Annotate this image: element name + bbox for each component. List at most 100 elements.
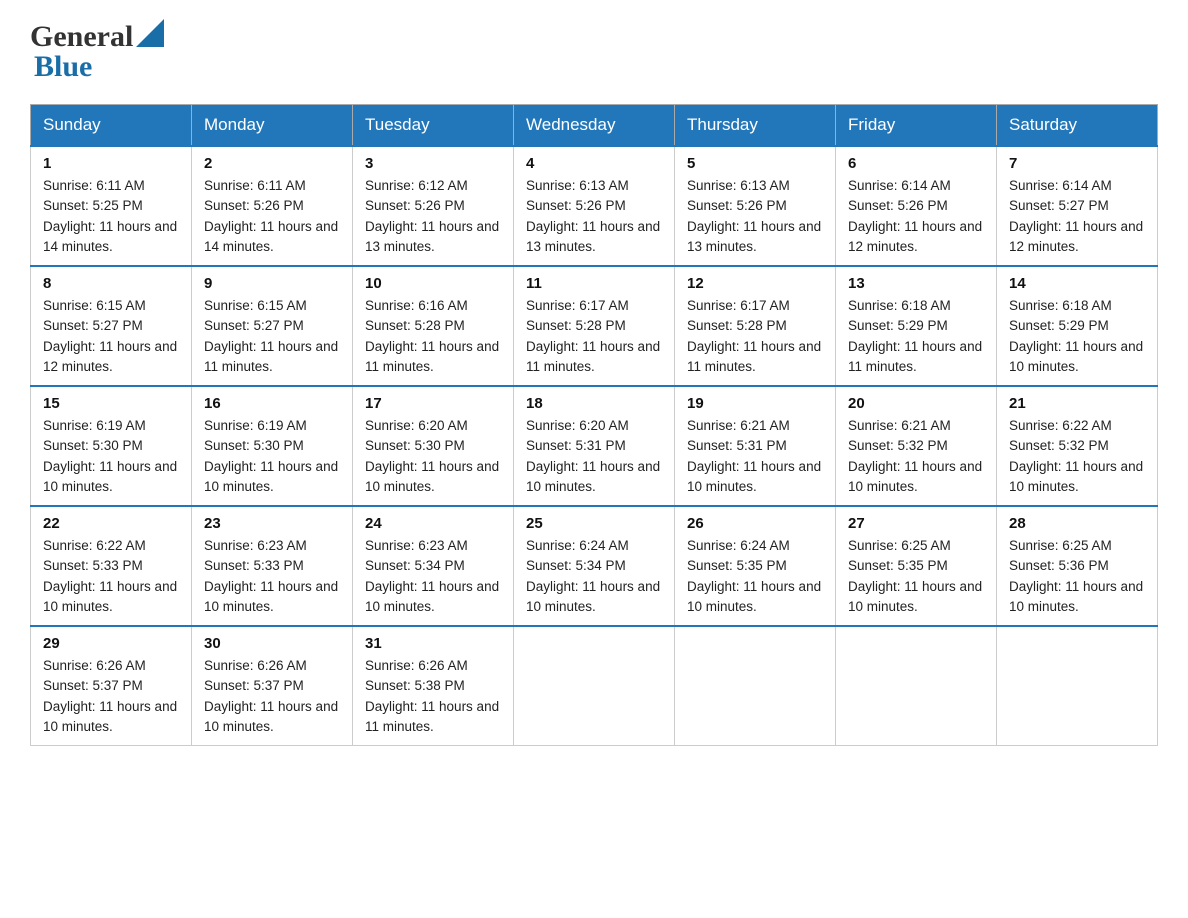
calendar-cell: 16 Sunrise: 6:19 AMSunset: 5:30 PMDaylig… [192,386,353,506]
day-info: Sunrise: 6:25 AMSunset: 5:35 PMDaylight:… [848,538,982,614]
day-info: Sunrise: 6:19 AMSunset: 5:30 PMDaylight:… [204,418,338,494]
calendar-cell: 27 Sunrise: 6:25 AMSunset: 5:35 PMDaylig… [836,506,997,626]
calendar-cell: 24 Sunrise: 6:23 AMSunset: 5:34 PMDaylig… [353,506,514,626]
logo-general-text: General [30,20,133,54]
day-info: Sunrise: 6:24 AMSunset: 5:35 PMDaylight:… [687,538,821,614]
calendar-cell: 14 Sunrise: 6:18 AMSunset: 5:29 PMDaylig… [997,266,1158,386]
day-number: 30 [204,635,340,652]
day-info: Sunrise: 6:11 AMSunset: 5:25 PMDaylight:… [43,178,177,254]
day-of-week-header: Tuesday [353,105,514,147]
day-number: 15 [43,395,179,412]
day-info: Sunrise: 6:20 AMSunset: 5:30 PMDaylight:… [365,418,499,494]
day-number: 12 [687,275,823,292]
day-info: Sunrise: 6:26 AMSunset: 5:38 PMDaylight:… [365,658,499,734]
page-header: General Blue [30,20,1158,84]
day-info: Sunrise: 6:25 AMSunset: 5:36 PMDaylight:… [1009,538,1143,614]
day-number: 31 [365,635,501,652]
day-number: 19 [687,395,823,412]
day-info: Sunrise: 6:22 AMSunset: 5:32 PMDaylight:… [1009,418,1143,494]
calendar-cell: 28 Sunrise: 6:25 AMSunset: 5:36 PMDaylig… [997,506,1158,626]
day-info: Sunrise: 6:16 AMSunset: 5:28 PMDaylight:… [365,298,499,374]
calendar-cell: 11 Sunrise: 6:17 AMSunset: 5:28 PMDaylig… [514,266,675,386]
day-number: 10 [365,275,501,292]
day-number: 17 [365,395,501,412]
calendar-cell: 8 Sunrise: 6:15 AMSunset: 5:27 PMDayligh… [31,266,192,386]
day-info: Sunrise: 6:15 AMSunset: 5:27 PMDaylight:… [43,298,177,374]
day-number: 13 [848,275,984,292]
calendar-cell: 5 Sunrise: 6:13 AMSunset: 5:26 PMDayligh… [675,146,836,266]
calendar-cell: 31 Sunrise: 6:26 AMSunset: 5:38 PMDaylig… [353,626,514,746]
calendar-week-row: 29 Sunrise: 6:26 AMSunset: 5:37 PMDaylig… [31,626,1158,746]
calendar-cell: 19 Sunrise: 6:21 AMSunset: 5:31 PMDaylig… [675,386,836,506]
day-number: 18 [526,395,662,412]
day-info: Sunrise: 6:24 AMSunset: 5:34 PMDaylight:… [526,538,660,614]
day-number: 1 [43,155,179,172]
day-number: 14 [1009,275,1145,292]
calendar-cell: 10 Sunrise: 6:16 AMSunset: 5:28 PMDaylig… [353,266,514,386]
logo-blue-text: Blue [30,50,164,84]
day-number: 26 [687,515,823,532]
day-info: Sunrise: 6:17 AMSunset: 5:28 PMDaylight:… [687,298,821,374]
logo: General Blue [30,20,164,84]
day-info: Sunrise: 6:26 AMSunset: 5:37 PMDaylight:… [204,658,338,734]
day-number: 16 [204,395,340,412]
calendar-cell: 13 Sunrise: 6:18 AMSunset: 5:29 PMDaylig… [836,266,997,386]
calendar-cell [675,626,836,746]
calendar-cell: 22 Sunrise: 6:22 AMSunset: 5:33 PMDaylig… [31,506,192,626]
calendar-cell: 25 Sunrise: 6:24 AMSunset: 5:34 PMDaylig… [514,506,675,626]
calendar-week-row: 22 Sunrise: 6:22 AMSunset: 5:33 PMDaylig… [31,506,1158,626]
calendar-week-row: 8 Sunrise: 6:15 AMSunset: 5:27 PMDayligh… [31,266,1158,386]
calendar-header-row: SundayMondayTuesdayWednesdayThursdayFrid… [31,105,1158,147]
day-number: 7 [1009,155,1145,172]
calendar-cell: 12 Sunrise: 6:17 AMSunset: 5:28 PMDaylig… [675,266,836,386]
day-number: 6 [848,155,984,172]
day-of-week-header: Friday [836,105,997,147]
day-info: Sunrise: 6:23 AMSunset: 5:33 PMDaylight:… [204,538,338,614]
day-number: 9 [204,275,340,292]
day-number: 22 [43,515,179,532]
day-number: 20 [848,395,984,412]
day-number: 11 [526,275,662,292]
calendar-cell: 15 Sunrise: 6:19 AMSunset: 5:30 PMDaylig… [31,386,192,506]
calendar-cell: 20 Sunrise: 6:21 AMSunset: 5:32 PMDaylig… [836,386,997,506]
day-of-week-header: Monday [192,105,353,147]
day-number: 24 [365,515,501,532]
logo-triangle-icon [136,19,164,47]
day-info: Sunrise: 6:26 AMSunset: 5:37 PMDaylight:… [43,658,177,734]
calendar-week-row: 1 Sunrise: 6:11 AMSunset: 5:25 PMDayligh… [31,146,1158,266]
day-info: Sunrise: 6:23 AMSunset: 5:34 PMDaylight:… [365,538,499,614]
day-info: Sunrise: 6:21 AMSunset: 5:32 PMDaylight:… [848,418,982,494]
day-number: 25 [526,515,662,532]
day-number: 8 [43,275,179,292]
day-info: Sunrise: 6:17 AMSunset: 5:28 PMDaylight:… [526,298,660,374]
day-info: Sunrise: 6:14 AMSunset: 5:27 PMDaylight:… [1009,178,1143,254]
calendar-cell [836,626,997,746]
day-info: Sunrise: 6:14 AMSunset: 5:26 PMDaylight:… [848,178,982,254]
calendar-cell [997,626,1158,746]
calendar-cell: 29 Sunrise: 6:26 AMSunset: 5:37 PMDaylig… [31,626,192,746]
calendar-cell: 17 Sunrise: 6:20 AMSunset: 5:30 PMDaylig… [353,386,514,506]
calendar-cell: 4 Sunrise: 6:13 AMSunset: 5:26 PMDayligh… [514,146,675,266]
day-info: Sunrise: 6:11 AMSunset: 5:26 PMDaylight:… [204,178,338,254]
calendar-cell [514,626,675,746]
day-number: 23 [204,515,340,532]
calendar-cell: 1 Sunrise: 6:11 AMSunset: 5:25 PMDayligh… [31,146,192,266]
day-of-week-header: Thursday [675,105,836,147]
day-number: 28 [1009,515,1145,532]
day-info: Sunrise: 6:18 AMSunset: 5:29 PMDaylight:… [848,298,982,374]
calendar-cell: 3 Sunrise: 6:12 AMSunset: 5:26 PMDayligh… [353,146,514,266]
day-info: Sunrise: 6:13 AMSunset: 5:26 PMDaylight:… [526,178,660,254]
day-of-week-header: Sunday [31,105,192,147]
calendar-cell: 18 Sunrise: 6:20 AMSunset: 5:31 PMDaylig… [514,386,675,506]
day-number: 5 [687,155,823,172]
day-info: Sunrise: 6:19 AMSunset: 5:30 PMDaylight:… [43,418,177,494]
day-number: 29 [43,635,179,652]
calendar-cell: 6 Sunrise: 6:14 AMSunset: 5:26 PMDayligh… [836,146,997,266]
day-of-week-header: Saturday [997,105,1158,147]
calendar-cell: 21 Sunrise: 6:22 AMSunset: 5:32 PMDaylig… [997,386,1158,506]
day-info: Sunrise: 6:12 AMSunset: 5:26 PMDaylight:… [365,178,499,254]
day-number: 21 [1009,395,1145,412]
calendar-cell: 2 Sunrise: 6:11 AMSunset: 5:26 PMDayligh… [192,146,353,266]
calendar-cell: 9 Sunrise: 6:15 AMSunset: 5:27 PMDayligh… [192,266,353,386]
day-info: Sunrise: 6:22 AMSunset: 5:33 PMDaylight:… [43,538,177,614]
